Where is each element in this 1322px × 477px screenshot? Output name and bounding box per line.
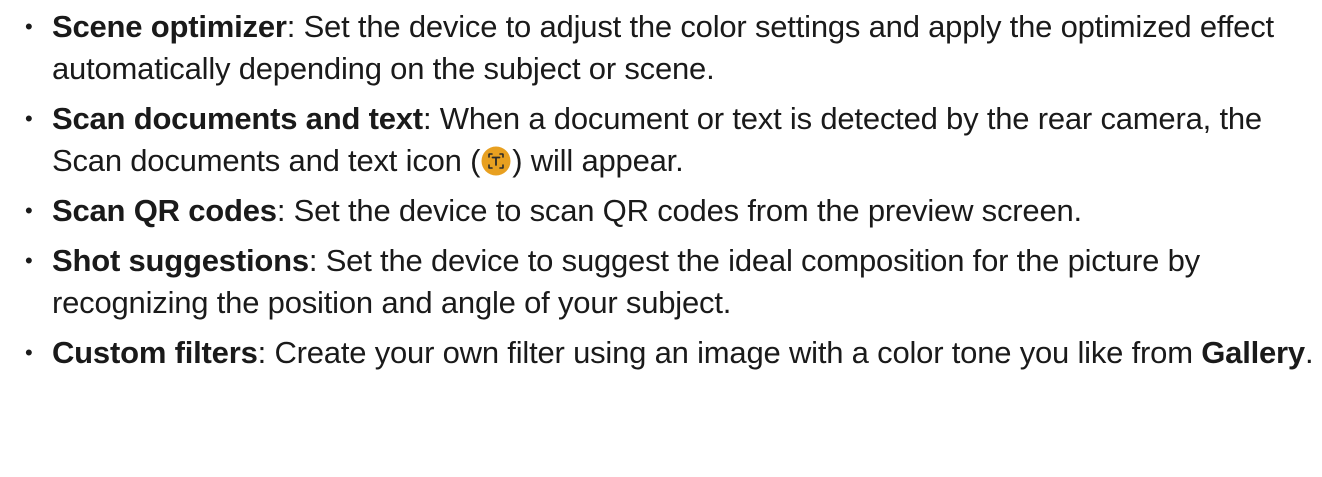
bullet: • <box>25 198 33 223</box>
description-scan-documents-part2: ) will appear. <box>512 143 684 178</box>
bullet: • <box>25 340 33 365</box>
term-scan-qr-codes: Scan QR codes <box>52 193 277 228</box>
description-custom-filters: : Create your own filter using an image … <box>257 335 1202 370</box>
gallery-term: Gallery <box>1201 335 1305 370</box>
feature-list: • Scene optimizer: Set the device to adj… <box>18 6 1318 374</box>
term-custom-filters: Custom filters <box>52 335 258 370</box>
description-custom-filters-end: . <box>1304 335 1314 370</box>
list-item-shot-suggestions: • Shot suggestions: Set the device to su… <box>18 240 1318 324</box>
bullet: • <box>25 248 33 273</box>
list-item-scene-optimizer: • Scene optimizer: Set the device to adj… <box>18 6 1318 90</box>
list-item-scan-qr-codes: • Scan QR codes: Set the device to scan … <box>18 190 1318 232</box>
bullet: • <box>25 106 33 131</box>
term-scan-documents: Scan documents and text <box>52 101 423 136</box>
scan-documents-text-icon <box>481 145 511 176</box>
term-scene-optimizer: Scene optimizer <box>52 9 287 44</box>
term-shot-suggestions: Shot suggestions <box>52 243 309 278</box>
description-scan-qr-codes: : Set the device to scan QR codes from t… <box>276 193 1082 228</box>
list-item-custom-filters: • Custom filters: Create your own filter… <box>18 332 1318 374</box>
bullet: • <box>25 14 33 39</box>
list-item-scan-documents: • Scan documents and text: When a docume… <box>18 98 1318 182</box>
